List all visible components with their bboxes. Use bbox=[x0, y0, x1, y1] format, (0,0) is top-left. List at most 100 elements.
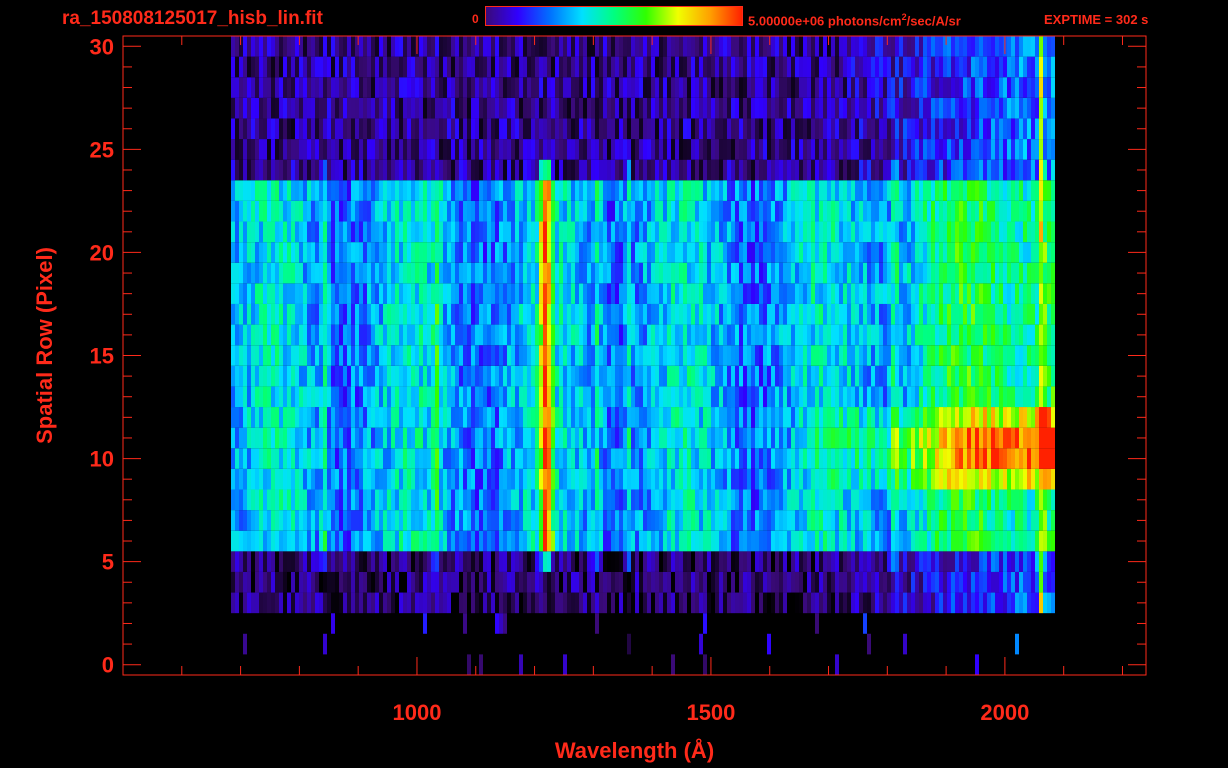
heatmap-cell bbox=[371, 427, 375, 449]
heatmap-cell bbox=[291, 180, 295, 201]
heatmap-cell bbox=[371, 386, 375, 408]
heatmap-cell bbox=[807, 262, 811, 284]
heatmap-cell bbox=[771, 283, 775, 304]
heatmap-cell bbox=[435, 242, 439, 263]
heatmap-cell bbox=[611, 489, 615, 511]
heatmap-cell bbox=[415, 407, 419, 428]
heatmap-cell bbox=[875, 262, 879, 284]
heatmap-cell bbox=[811, 159, 815, 181]
heatmap-cell bbox=[819, 221, 823, 243]
heatmap-cell bbox=[491, 345, 495, 366]
heatmap-cell bbox=[535, 571, 539, 593]
heatmap-cell bbox=[895, 592, 899, 614]
heatmap-cell bbox=[411, 200, 415, 222]
heatmap-cell bbox=[755, 448, 759, 469]
heatmap-cell bbox=[311, 551, 315, 572]
heatmap-cell bbox=[703, 159, 707, 181]
heatmap-cell bbox=[467, 303, 471, 325]
heatmap-cell bbox=[931, 242, 935, 263]
heatmap-cell bbox=[787, 283, 791, 304]
heatmap-cell bbox=[331, 427, 335, 449]
heatmap-cell bbox=[827, 200, 831, 222]
heatmap-cell bbox=[879, 489, 883, 511]
heatmap-cell bbox=[439, 180, 443, 201]
heatmap-cell bbox=[315, 592, 319, 614]
heatmap-cell bbox=[275, 386, 279, 408]
heatmap-cell bbox=[419, 468, 423, 490]
heatmap-cell bbox=[483, 510, 487, 531]
heatmap-cell bbox=[307, 324, 311, 346]
heatmap-cell bbox=[639, 386, 643, 408]
heatmap-cell bbox=[763, 324, 767, 346]
heatmap-cell bbox=[939, 221, 943, 243]
heatmap-cell bbox=[835, 407, 839, 428]
heatmap-cell bbox=[875, 386, 879, 408]
heatmap-cell bbox=[835, 139, 839, 160]
heatmap-cell bbox=[711, 200, 715, 222]
heatmap-cell bbox=[399, 407, 403, 428]
heatmap-cell bbox=[523, 571, 527, 593]
heatmap-cell bbox=[963, 386, 967, 408]
heatmap-cell bbox=[599, 303, 603, 325]
heatmap-cell bbox=[819, 118, 823, 140]
heatmap-cell bbox=[391, 118, 395, 140]
heatmap-cell bbox=[875, 159, 879, 181]
heatmap-cell bbox=[871, 448, 875, 469]
heatmap-cell bbox=[311, 262, 315, 284]
heatmap-cell bbox=[895, 530, 899, 552]
heatmap-cell bbox=[947, 180, 951, 201]
heatmap-cell bbox=[719, 551, 723, 572]
heatmap-cell bbox=[979, 324, 983, 346]
heatmap-cell bbox=[751, 530, 755, 552]
heatmap-cell bbox=[787, 139, 791, 160]
heatmap-cell bbox=[999, 303, 1003, 325]
heatmap-cell bbox=[667, 242, 671, 263]
heatmap-cell bbox=[1011, 489, 1015, 511]
heatmap-cell bbox=[563, 468, 567, 490]
heatmap-cell bbox=[695, 365, 699, 387]
heatmap-cell bbox=[643, 180, 647, 201]
heatmap-cell bbox=[399, 427, 403, 449]
heatmap-cell bbox=[863, 613, 867, 634]
heatmap-cell bbox=[951, 283, 955, 304]
heatmap-cell bbox=[243, 139, 247, 160]
heatmap-cell bbox=[399, 200, 403, 222]
heatmap-cell bbox=[699, 283, 703, 304]
heatmap-cell bbox=[887, 530, 891, 552]
heatmap-cell bbox=[555, 386, 559, 408]
heatmap-cell bbox=[1035, 303, 1039, 325]
heatmap-cell bbox=[955, 407, 959, 428]
heatmap-cell bbox=[331, 489, 335, 511]
heatmap-cell bbox=[975, 551, 979, 572]
heatmap-cell bbox=[635, 159, 639, 181]
heatmap-cell bbox=[915, 180, 919, 201]
heatmap-cell bbox=[559, 242, 563, 263]
heatmap-cell bbox=[955, 427, 959, 449]
heatmap-cell bbox=[371, 448, 375, 469]
heatmap-cell bbox=[483, 262, 487, 284]
heatmap-cell bbox=[427, 365, 431, 387]
heatmap-cell bbox=[663, 303, 667, 325]
heatmap-cell bbox=[731, 530, 735, 552]
heatmap-cell bbox=[943, 427, 947, 449]
heatmap-cell bbox=[931, 283, 935, 304]
heatmap-cell bbox=[539, 118, 543, 140]
heatmap-cell bbox=[655, 468, 659, 490]
heatmap-cell bbox=[891, 303, 895, 325]
heatmap-cell bbox=[623, 118, 627, 140]
heatmap-cell bbox=[343, 510, 347, 531]
heatmap-cell bbox=[515, 283, 519, 304]
heatmap-cell bbox=[815, 592, 819, 614]
heatmap-cell bbox=[239, 551, 243, 572]
heatmap-cell bbox=[755, 468, 759, 490]
heatmap-cell bbox=[251, 303, 255, 325]
heatmap-cell bbox=[1043, 427, 1047, 449]
heatmap-cell bbox=[423, 386, 427, 408]
heatmap-cell bbox=[379, 468, 383, 490]
heatmap-cell bbox=[375, 221, 379, 243]
heatmap-cell bbox=[779, 448, 783, 469]
heatmap-cell bbox=[819, 242, 823, 263]
heatmap-cell bbox=[859, 365, 863, 387]
heatmap-cell bbox=[323, 510, 327, 531]
heatmap-cell bbox=[355, 139, 359, 160]
